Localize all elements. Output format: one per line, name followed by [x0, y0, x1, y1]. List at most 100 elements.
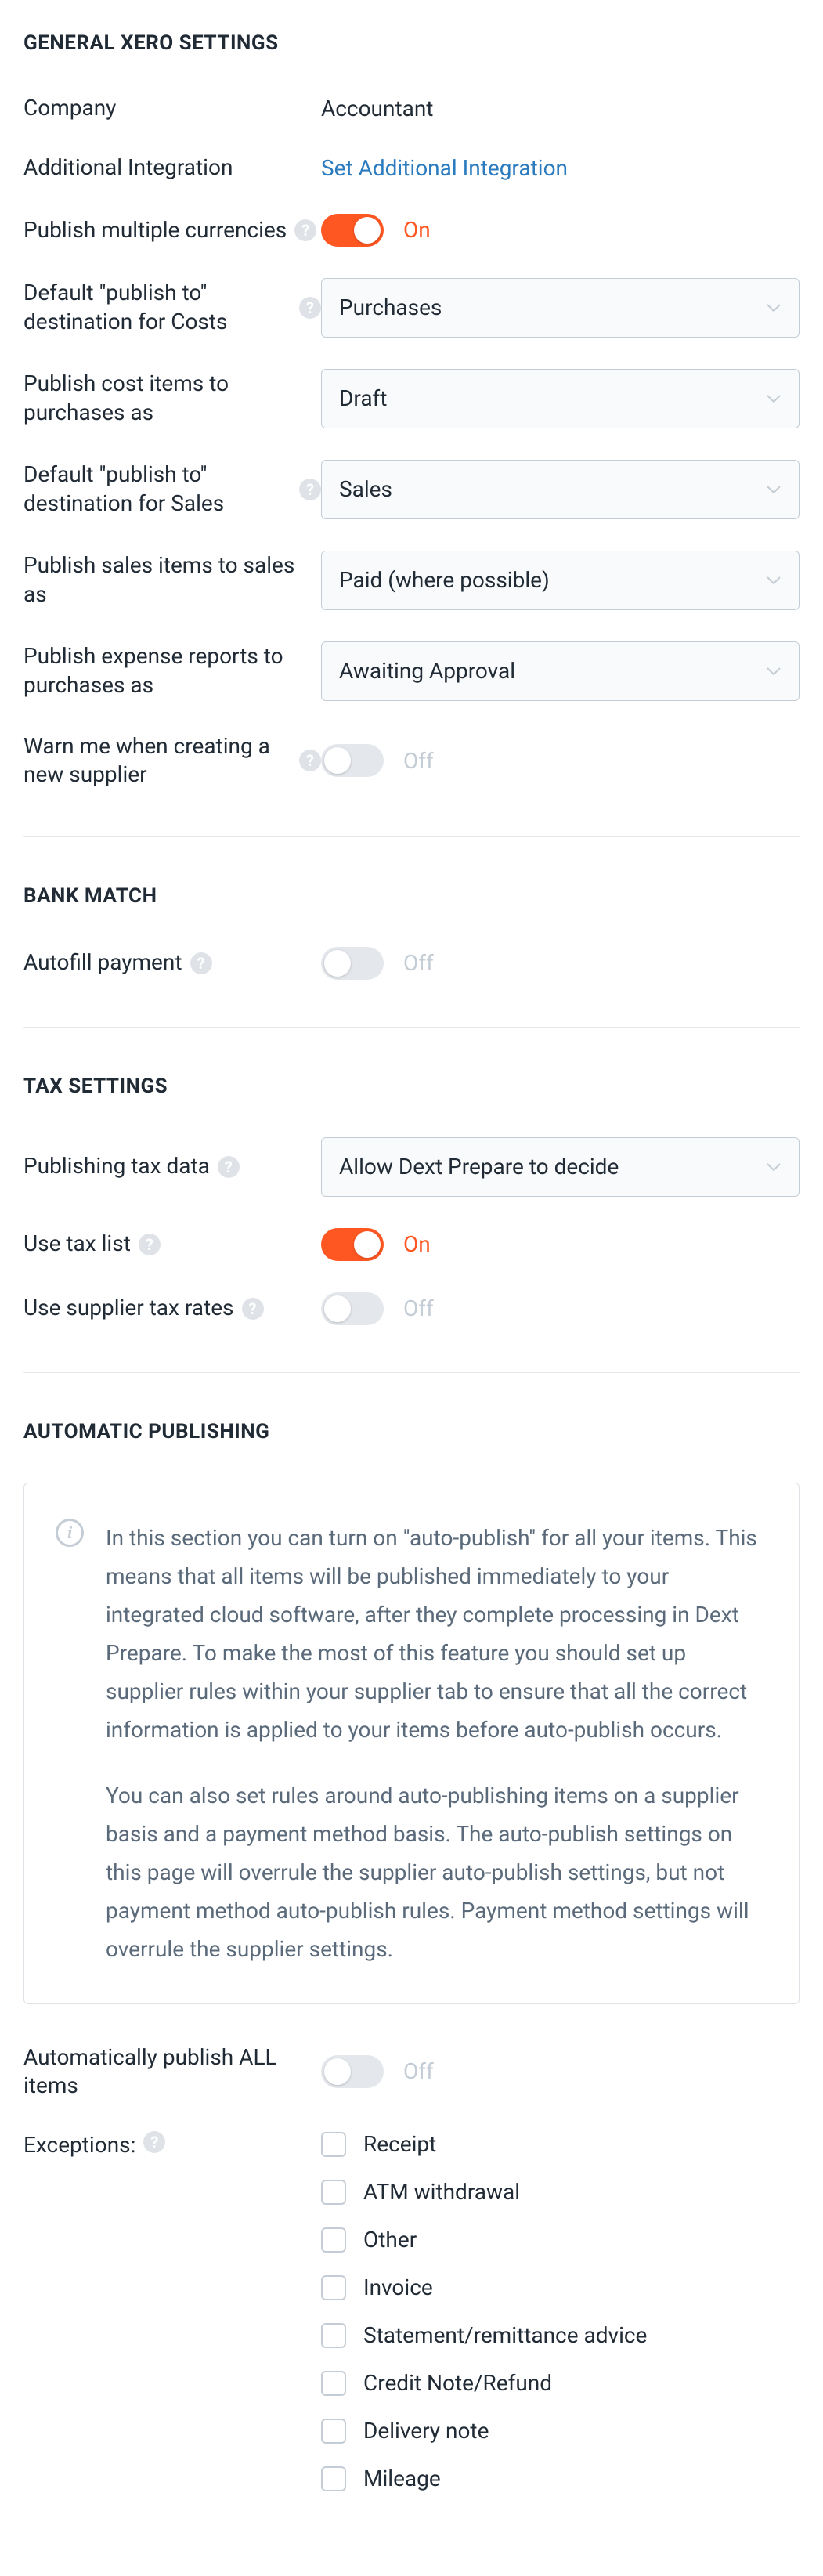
multi-currencies-label: Publish multiple currencies	[23, 216, 287, 244]
section-title-bank: BANK MATCH	[23, 884, 800, 908]
sales-destination-label: Default "publish to" destination for Sal…	[23, 461, 291, 518]
row-multi-currencies: Publish multiple currencies ? On	[23, 214, 800, 247]
info-paragraph: You can also set rules around auto-publi…	[106, 1776, 767, 1968]
tax-list-toggle[interactable]	[321, 1228, 384, 1261]
cost-items-value: Draft	[339, 385, 387, 411]
autofill-label: Autofill payment	[23, 948, 182, 977]
section-title-general: GENERAL XERO SETTINGS	[23, 31, 800, 55]
warn-supplier-label: Warn me when creating a new supplier	[23, 732, 291, 789]
exception-label: Invoice	[363, 2274, 433, 2300]
sales-items-label: Publish sales items to sales as	[23, 551, 321, 609]
publish-all-state: Off	[403, 2058, 434, 2084]
info-icon: i	[56, 1519, 84, 1547]
chevron-down-icon	[766, 575, 781, 586]
exception-label: Mileage	[363, 2466, 441, 2491]
exception-row: Statement/remittance advice	[321, 2322, 800, 2348]
costs-destination-label: Default "publish to" destination for Cos…	[23, 279, 291, 336]
exception-label: Other	[363, 2227, 417, 2253]
row-costs-destination: Default "publish to" destination for Cos…	[23, 278, 800, 338]
row-cost-items: Publish cost items to purchases as Draft	[23, 369, 800, 428]
exception-label: ATM withdrawal	[363, 2179, 520, 2205]
row-company: Company Accountant	[23, 94, 800, 122]
divider	[23, 1027, 800, 1028]
costs-destination-value: Purchases	[339, 294, 442, 320]
row-expense-reports: Publish expense reports to purchases as …	[23, 641, 800, 701]
supplier-tax-toggle[interactable]	[321, 1292, 384, 1325]
publish-all-toggle[interactable]	[321, 2055, 384, 2088]
multi-currencies-state: On	[403, 217, 431, 243]
exception-checkbox[interactable]	[321, 2419, 346, 2444]
help-icon[interactable]: ?	[299, 297, 321, 319]
section-title-auto: AUTOMATIC PUBLISHING	[23, 1420, 800, 1443]
warn-supplier-toggle[interactable]	[321, 744, 384, 777]
company-label: Company	[23, 94, 116, 122]
row-integration: Additional Integration Set Additional In…	[23, 154, 800, 182]
integration-label: Additional Integration	[23, 154, 233, 182]
help-icon[interactable]: ?	[299, 750, 321, 771]
row-exceptions: Exceptions: ? ReceiptATM withdrawalOther…	[23, 2131, 800, 2513]
tax-list-label: Use tax list	[23, 1230, 131, 1258]
help-icon[interactable]: ?	[139, 1234, 161, 1255]
exception-checkbox[interactable]	[321, 2180, 346, 2205]
tax-list-state: On	[403, 1231, 431, 1257]
exception-row: ATM withdrawal	[321, 2179, 800, 2205]
exception-row: Other	[321, 2227, 800, 2253]
exception-label: Statement/remittance advice	[363, 2322, 647, 2348]
help-icon[interactable]: ?	[294, 219, 316, 241]
integration-link[interactable]: Set Additional Integration	[321, 155, 568, 181]
help-icon[interactable]: ?	[218, 1156, 240, 1178]
publishing-tax-select[interactable]: Allow Dext Prepare to decide	[321, 1137, 800, 1197]
help-icon[interactable]: ?	[190, 952, 212, 974]
autofill-state: Off	[403, 950, 434, 976]
exception-checkbox[interactable]	[321, 2466, 346, 2491]
help-icon[interactable]: ?	[242, 1298, 264, 1320]
row-warn-supplier: Warn me when creating a new supplier ? O…	[23, 732, 800, 789]
exception-row: Delivery note	[321, 2418, 800, 2444]
expense-reports-select[interactable]: Awaiting Approval	[321, 641, 800, 701]
divider	[23, 836, 800, 837]
chevron-down-icon	[766, 302, 781, 313]
exception-label: Receipt	[363, 2131, 436, 2157]
supplier-tax-label: Use supplier tax rates	[23, 1294, 234, 1322]
info-paragraph: In this section you can turn on "auto-pu…	[106, 1519, 767, 1749]
row-autofill: Autofill payment ? Off	[23, 947, 800, 980]
row-tax-list: Use tax list ? On	[23, 1228, 800, 1261]
sales-items-select[interactable]: Paid (where possible)	[321, 551, 800, 610]
divider	[23, 1372, 800, 1373]
supplier-tax-state: Off	[403, 1295, 434, 1321]
exception-checkbox[interactable]	[321, 2227, 346, 2253]
costs-destination-select[interactable]: Purchases	[321, 278, 800, 338]
autofill-toggle[interactable]	[321, 947, 384, 980]
sales-destination-value: Sales	[339, 476, 392, 502]
row-publish-all: Automatically publish ALL items Off	[23, 2043, 800, 2101]
exception-label: Credit Note/Refund	[363, 2370, 552, 2396]
section-title-tax: TAX SETTINGS	[23, 1075, 800, 1098]
chevron-down-icon	[766, 666, 781, 677]
exception-checkbox[interactable]	[321, 2371, 346, 2396]
chevron-down-icon	[766, 484, 781, 495]
warn-supplier-state: Off	[403, 748, 434, 774]
exception-row: Mileage	[321, 2466, 800, 2491]
publishing-tax-value: Allow Dext Prepare to decide	[339, 1154, 619, 1180]
exception-row: Receipt	[321, 2131, 800, 2157]
exception-checkbox[interactable]	[321, 2323, 346, 2348]
chevron-down-icon	[766, 1162, 781, 1172]
publishing-tax-label: Publishing tax data	[23, 1152, 210, 1180]
expense-reports-value: Awaiting Approval	[339, 658, 515, 684]
row-publishing-tax: Publishing tax data ? Allow Dext Prepare…	[23, 1137, 800, 1197]
exception-row: Invoice	[321, 2274, 800, 2300]
info-box: i In this section you can turn on "auto-…	[23, 1483, 800, 2004]
exception-checkbox[interactable]	[321, 2132, 346, 2157]
exception-checkbox[interactable]	[321, 2275, 346, 2300]
expense-reports-label: Publish expense reports to purchases as	[23, 642, 321, 699]
company-value: Accountant	[321, 96, 433, 121]
sales-destination-select[interactable]: Sales	[321, 460, 800, 519]
row-sales-items: Publish sales items to sales as Paid (wh…	[23, 551, 800, 610]
exception-label: Delivery note	[363, 2418, 489, 2444]
cost-items-select[interactable]: Draft	[321, 369, 800, 428]
cost-items-label: Publish cost items to purchases as	[23, 370, 321, 427]
row-sales-destination: Default "publish to" destination for Sal…	[23, 460, 800, 519]
multi-currencies-toggle[interactable]	[321, 214, 384, 247]
help-icon[interactable]: ?	[143, 2131, 165, 2153]
help-icon[interactable]: ?	[299, 479, 321, 500]
